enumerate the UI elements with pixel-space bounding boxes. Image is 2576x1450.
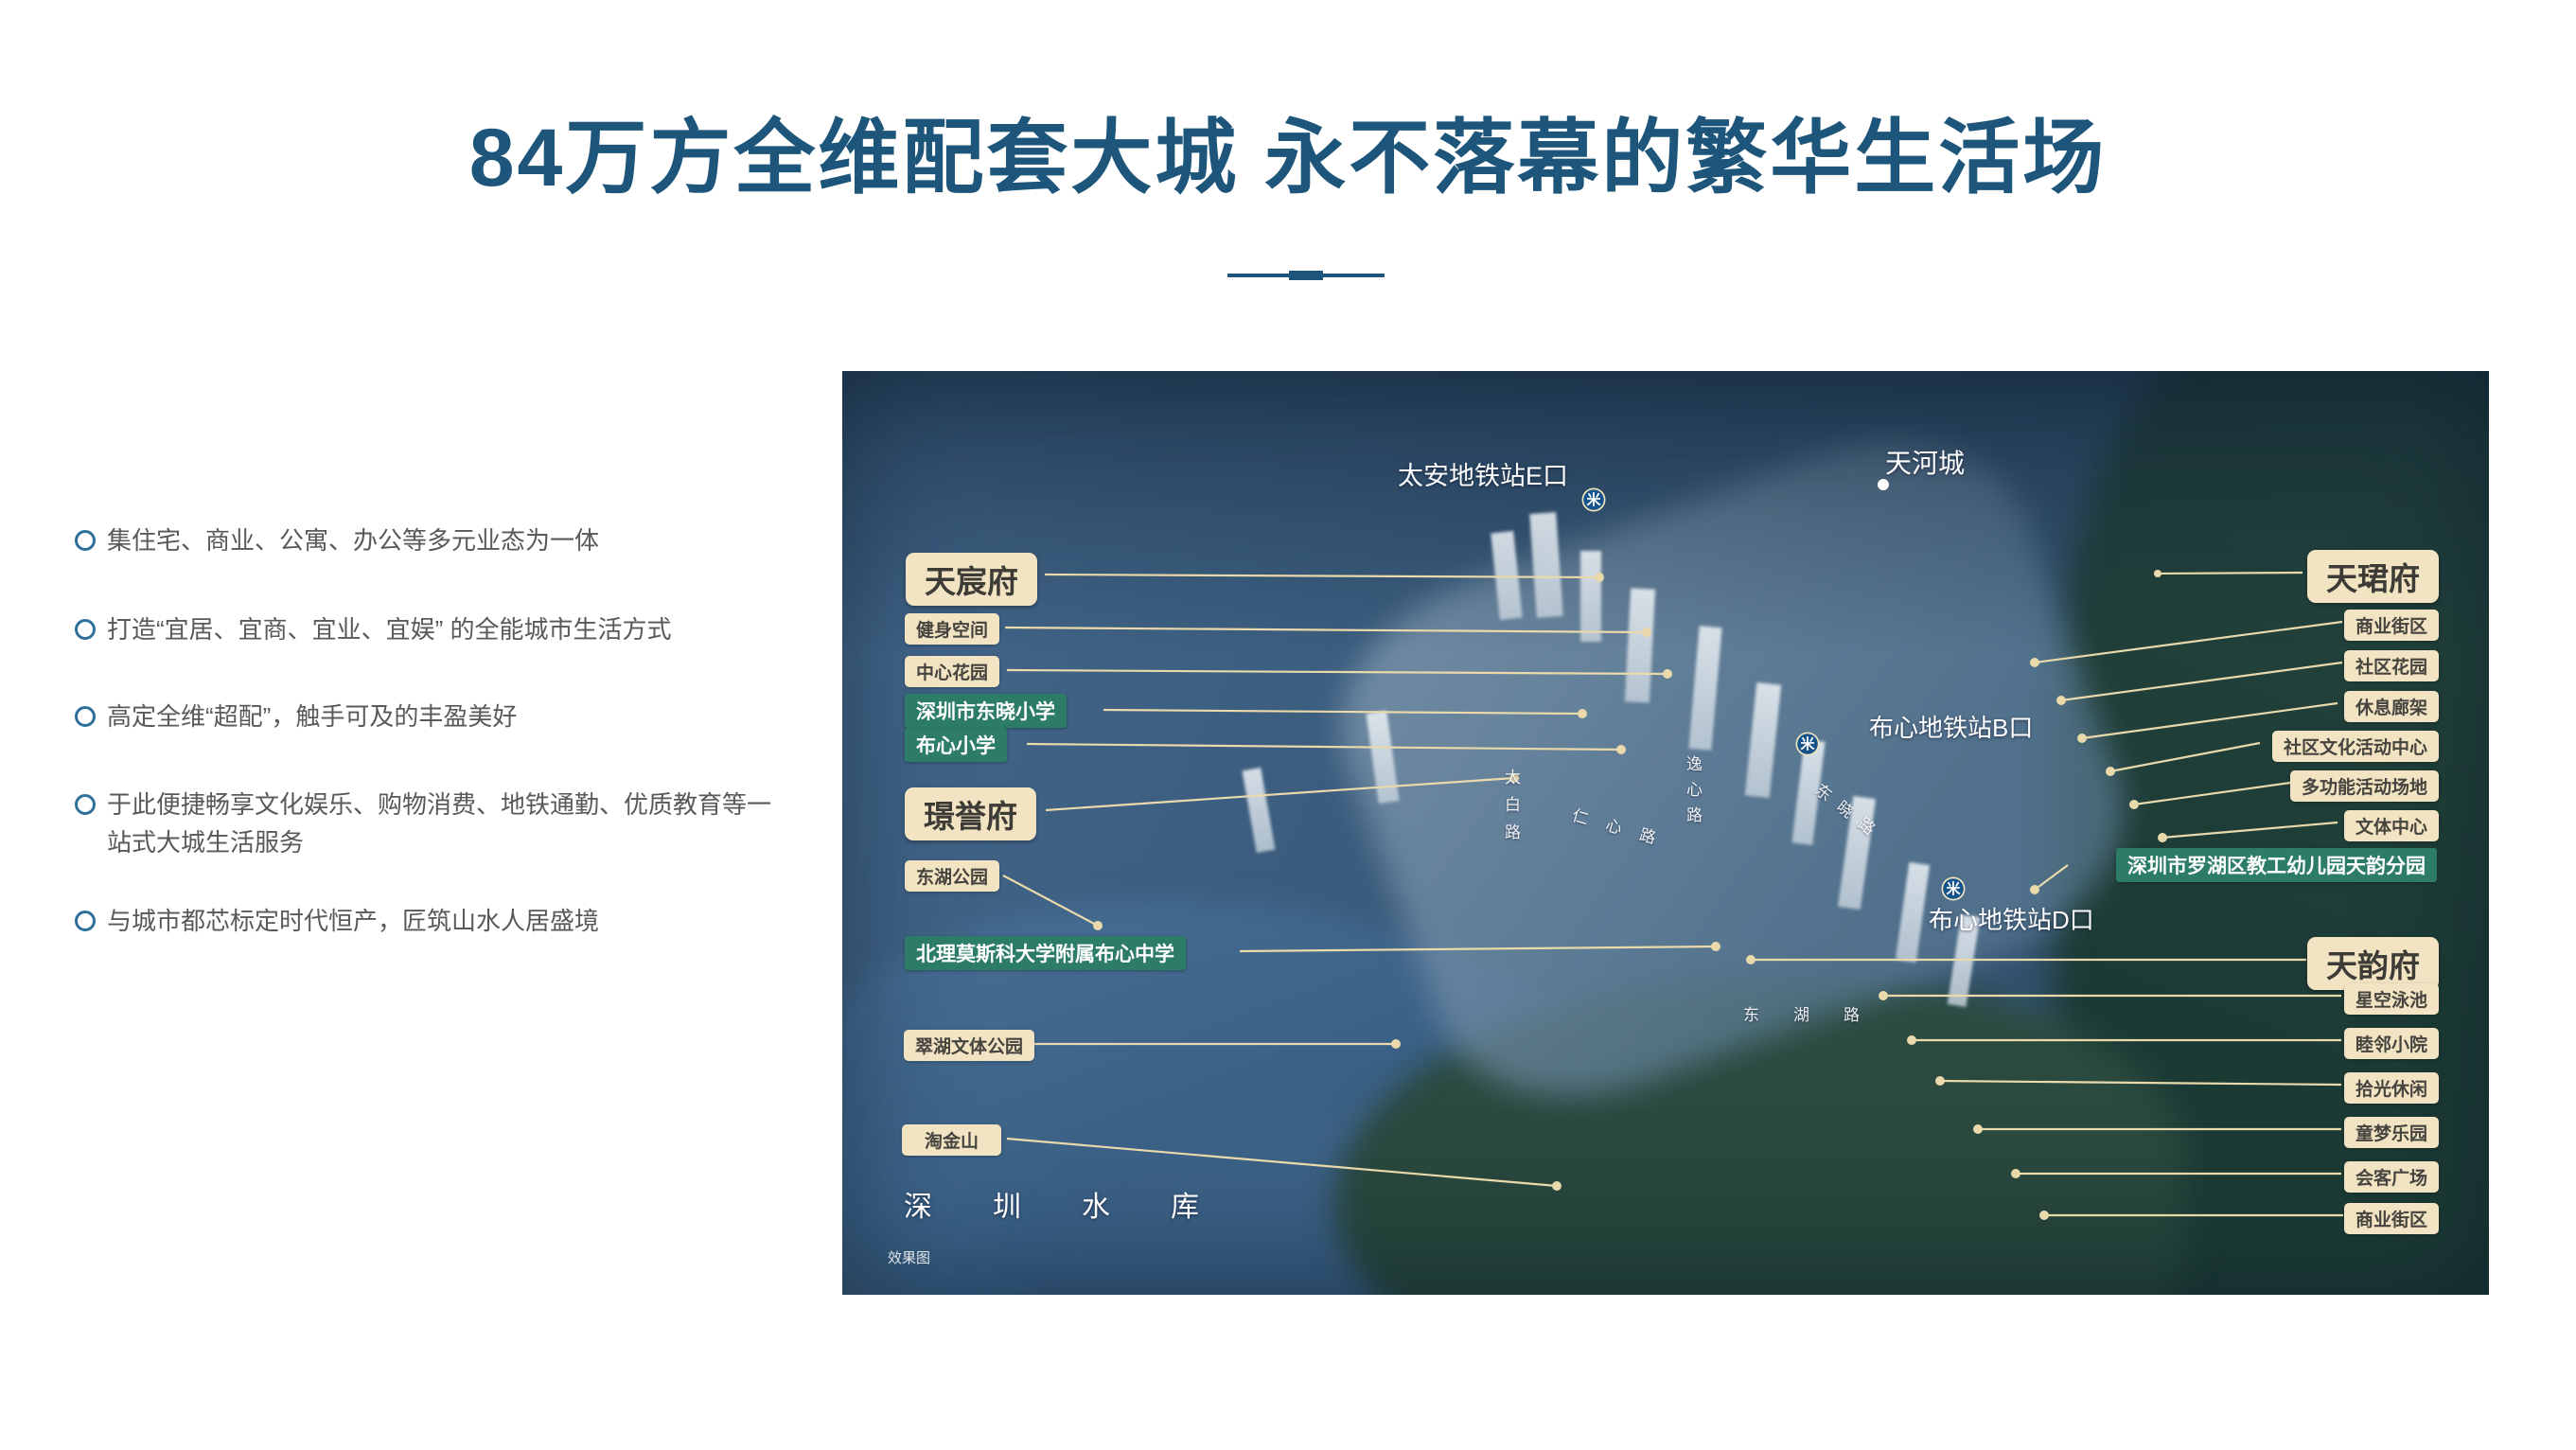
bullet-ring-icon (75, 619, 96, 640)
metro-icon: 米 (1795, 732, 1820, 756)
metro-icon: 米 (1941, 876, 1966, 901)
amenity-label-neighbor-yard: 睦邻小院 (2344, 1028, 2439, 1059)
bullet-text: 高定全维“超配”，触手可及的丰盈美好 (107, 698, 822, 735)
amenity-label-donghu-park: 东湖公园 (905, 860, 999, 892)
estate-label-tianyunfu: 天韵府 (2307, 937, 2439, 990)
metro-station-taian-e: 太安地铁站E口 (1398, 455, 1568, 492)
school-label-kindergarten: 深圳市罗湖区教工幼儿园天韵分园 (2116, 848, 2437, 882)
svg-text:米: 米 (1586, 491, 1601, 508)
school-label-buxin-primary: 布心小学 (905, 728, 1007, 762)
slide: 84万方全维配套大城 永不落幕的繁华生活场 集住宅、商业、公寓、办公等多元业态为… (0, 0, 2576, 1450)
metro-icon: 米 (1581, 487, 1606, 512)
amenity-label-community-culture-center: 社区文化活动中心 (2272, 731, 2439, 762)
bullet-item: 于此便捷畅享文化娱乐、购物消费、地铁通勤、优质教育等一站式大城生活服务 (75, 786, 794, 861)
amenity-label-sports-center: 文体中心 (2344, 810, 2439, 841)
amenity-label-taojinshan: 淘金山 (902, 1124, 1001, 1156)
amenity-label-fitness: 健身空间 (905, 613, 999, 645)
estate-label-tianchenfu: 天宸府 (906, 553, 1037, 606)
landmark-tianhecheng: 天河城 (1885, 443, 1965, 481)
amenity-label-commercial-street-1: 商业街区 (2344, 610, 2439, 641)
metro-station-buxin-b: 布心地铁站B口 (1869, 709, 2033, 744)
bullet-item: 集住宅、商业、公寓、办公等多元业态为一体 (75, 522, 822, 559)
bullet-text: 集住宅、商业、公寓、办公等多元业态为一体 (107, 522, 822, 559)
bullet-ring-icon (75, 794, 96, 815)
amenity-label-star-pool: 星空泳池 (2344, 983, 2439, 1015)
bullet-text: 与城市都芯标定时代恒产，匠筑山水人居盛境 (107, 902, 822, 940)
estate-label-tianjunfu: 天珺府 (2307, 550, 2439, 603)
bullet-text: 于此便捷畅享文化娱乐、购物消费、地铁通勤、优质教育等一站式大城生活服务 (107, 786, 794, 861)
road-label: 逸心路 (1681, 755, 1704, 832)
aerial-rendering-map: 太白路 仁心路 逸心路 东晓路 东湖路 (842, 371, 2489, 1295)
amenity-label-community-garden: 社区花园 (2344, 650, 2439, 681)
road-label: 东湖路 (1743, 1001, 1894, 1025)
amenity-label-multifunction-ground: 多功能活动场地 (2290, 770, 2439, 802)
estate-label-jingyufu: 璟誉府 (905, 787, 1036, 840)
amenity-label-commercial-street-2: 商业街区 (2344, 1203, 2439, 1234)
divider-block (1289, 271, 1323, 280)
road-label: 太白路 (1499, 769, 1523, 851)
bullet-text: 打造“宜居、宜商、宜业、宜娱” 的全能城市生活方式 (107, 610, 822, 648)
metro-station-buxin-d: 布心地铁站D口 (1929, 901, 2094, 936)
bullet-item: 打造“宜居、宜商、宜业、宜娱” 的全能城市生活方式 (75, 610, 822, 648)
svg-text:米: 米 (1946, 880, 1961, 897)
amenity-label-kids-park: 童梦乐园 (2344, 1117, 2439, 1148)
bullet-item: 高定全维“超配”，触手可及的丰盈美好 (75, 698, 822, 735)
water-label-shenzhen-reservoir: 深圳水库 (904, 1183, 1260, 1225)
title-divider (1227, 271, 1385, 280)
amenity-label-cuihu-park: 翠湖文体公园 (904, 1030, 1034, 1061)
school-label-buxin-middle: 北理莫斯科大学附属布心中学 (905, 936, 1186, 970)
rendering-note: 效果图 (888, 1247, 930, 1267)
amenity-label-rest-gallery: 休息廊架 (2344, 691, 2439, 722)
amenity-label-leisure: 拾光休闲 (2344, 1072, 2439, 1104)
page-title: 84万方全维配套大城 永不落幕的繁华生活场 (0, 91, 2576, 209)
bullet-ring-icon (75, 911, 96, 931)
amenity-label-central-garden: 中心花园 (905, 656, 999, 687)
amenity-label-meeting-plaza: 会客广场 (2344, 1161, 2439, 1193)
svg-text:米: 米 (1800, 735, 1815, 752)
bullet-ring-icon (75, 706, 96, 727)
school-label-dongxiao-primary: 深圳市东晓小学 (905, 694, 1067, 728)
bullet-item: 与城市都芯标定时代恒产，匠筑山水人居盛境 (75, 902, 822, 940)
bullet-ring-icon (75, 530, 96, 551)
